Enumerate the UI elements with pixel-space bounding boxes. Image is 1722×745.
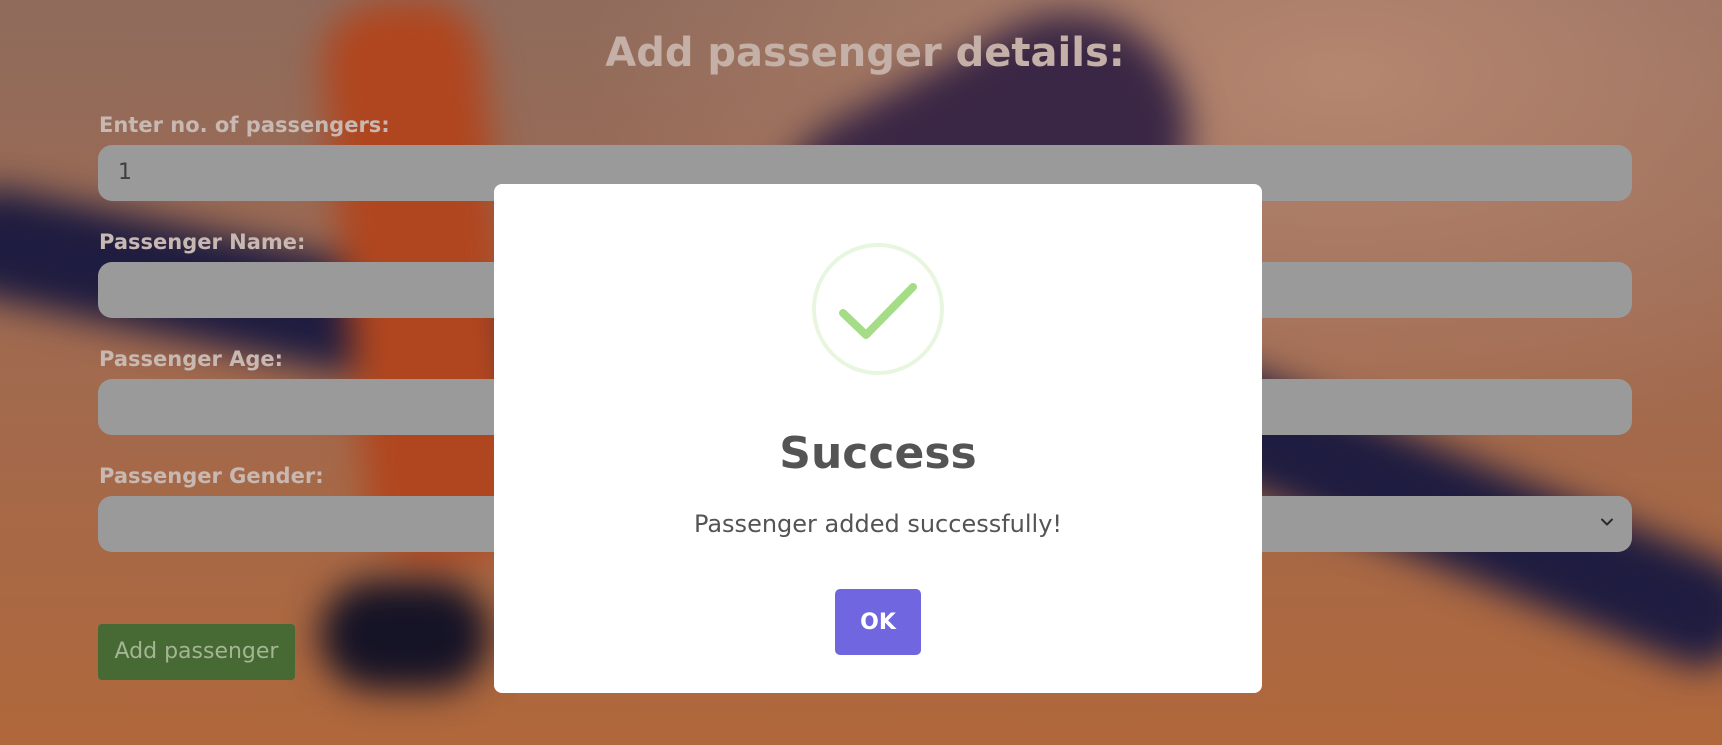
dialog-title: Success	[779, 428, 977, 479]
success-dialog: Success Passenger added successfully! OK	[494, 184, 1262, 693]
ok-button[interactable]: OK	[835, 589, 921, 655]
dialog-message: Passenger added successfully!	[693, 510, 1063, 538]
page: Add passenger details: Enter no. of pass…	[0, 0, 1722, 745]
checkmark-icon	[812, 243, 944, 375]
